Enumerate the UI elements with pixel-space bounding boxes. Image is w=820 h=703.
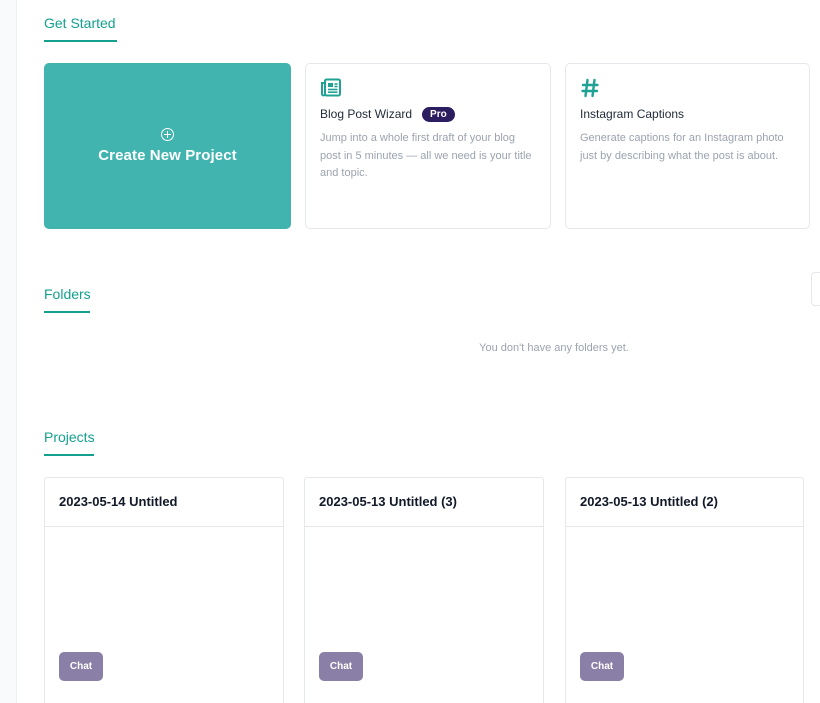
section-underline [44, 454, 94, 456]
template-card-blog-post-wizard[interactable]: Blog Post Wizard Pro Jump into a whole f… [305, 63, 551, 229]
create-new-project-label: Create New Project [98, 147, 237, 164]
project-title: 2023-05-13 Untitled (2) [566, 478, 803, 527]
chat-tag: Chat [319, 652, 363, 681]
section-title-get-started: Get Started [44, 15, 116, 31]
project-card[interactable]: 2023-05-14 Untitled Chat [44, 477, 284, 703]
create-new-project-button[interactable]: Create New Project [44, 63, 291, 229]
section-underline [44, 40, 117, 42]
template-description: Jump into a whole first draft of your bl… [320, 132, 532, 179]
folder-action-button[interactable] [811, 272, 820, 306]
folders-empty-message: You don't have any folders yet. [479, 342, 629, 354]
template-title: Instagram Captions [580, 107, 685, 121]
plus-circle-icon [161, 128, 174, 141]
template-title: Blog Post Wizard [320, 107, 413, 121]
template-card-instagram-captions[interactable]: Instagram Captions Generate captions for… [565, 63, 810, 229]
project-title: 2023-05-13 Untitled (3) [305, 478, 543, 527]
chat-tag: Chat [580, 652, 624, 681]
template-description: Generate captions for an Instagram photo… [580, 132, 784, 162]
project-card[interactable]: 2023-05-13 Untitled (2) Chat [565, 477, 804, 703]
chat-tag: Chat [59, 652, 103, 681]
section-title-projects: Projects [44, 429, 95, 445]
project-title: 2023-05-14 Untitled [45, 478, 283, 527]
project-card[interactable]: 2023-05-13 Untitled (3) Chat [304, 477, 544, 703]
left-rail [0, 0, 17, 703]
pro-badge: Pro [422, 106, 455, 122]
newspaper-icon [320, 78, 536, 100]
hashtag-icon [580, 78, 795, 100]
section-underline [44, 311, 90, 313]
section-title-folders: Folders [44, 286, 91, 302]
